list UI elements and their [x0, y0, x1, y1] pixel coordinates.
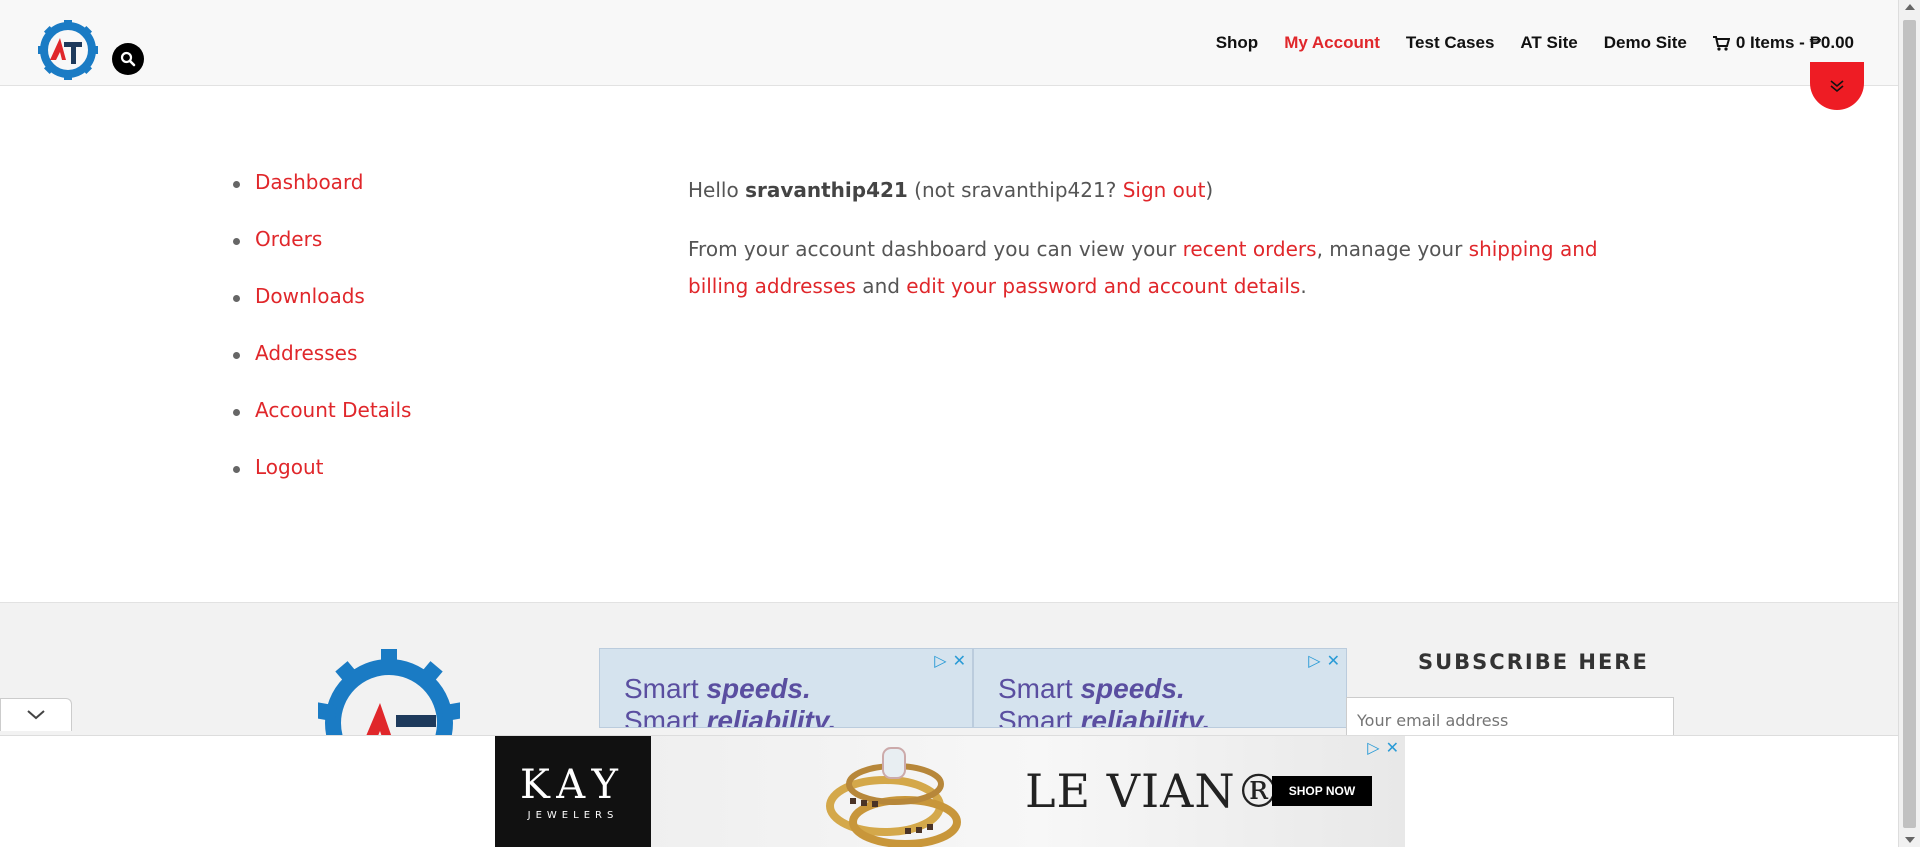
ad-line: Smart — [998, 673, 1081, 704]
bullet — [233, 181, 240, 188]
ad-text: Smart speeds. Smart reliability. — [624, 673, 837, 728]
account-navigation: Dashboard Orders Downloads Addresses Acc… — [233, 170, 411, 512]
scroll-toggle-button[interactable] — [1810, 62, 1864, 110]
bullet — [233, 238, 240, 245]
ad-controls: ▷ ✕ — [1308, 651, 1340, 670]
nav-test-cases[interactable]: Test Cases — [1406, 33, 1495, 53]
period-text: . — [1300, 274, 1307, 298]
intro-text: From your account dashboard you can view… — [688, 237, 1183, 261]
nav-at-site[interactable]: AT Site — [1520, 33, 1577, 53]
sign-out-link[interactable]: Sign out — [1123, 178, 1206, 202]
username: sravanthip421 — [745, 178, 908, 202]
nav-shop[interactable]: Shop — [1216, 33, 1259, 53]
scrollbar-thumb[interactable] — [1903, 20, 1916, 828]
account-nav-addresses: Addresses — [233, 341, 411, 398]
ad-controls: ▷ ✕ — [1367, 738, 1399, 757]
kay-brand: KAY — [520, 762, 626, 808]
manage-text: , manage your — [1316, 237, 1469, 261]
ad-line: Smart — [624, 705, 707, 728]
greeting: Hello sravanthip421 (not sravanthip421? … — [688, 172, 1608, 209]
account-nav-dashboard-link[interactable]: Dashboard — [255, 170, 364, 194]
ad-line: Smart — [998, 705, 1081, 728]
account-nav-logout: Logout — [233, 455, 411, 512]
greeting-not: (not sravanthip421? — [907, 178, 1123, 202]
kay-sub: JEWELERS — [527, 810, 619, 821]
ad-line-em: reliability. — [1080, 705, 1211, 728]
scroll-down-arrow[interactable] — [1905, 837, 1915, 843]
cart-summary: 0 Items - ₱0.00 — [1735, 33, 1854, 52]
close-icon[interactable]: ✕ — [953, 651, 966, 670]
adchoices-icon[interactable]: ▷ — [1308, 651, 1320, 670]
double-chevron-down-icon — [1830, 80, 1844, 93]
search-icon — [120, 51, 136, 67]
cart-link[interactable]: 0 Items - ₱0.00 — [1712, 33, 1854, 53]
close-icon[interactable]: ✕ — [1386, 738, 1399, 757]
chevron-down-icon — [27, 710, 45, 720]
close-icon[interactable]: ✕ — [1327, 651, 1340, 670]
greeting-hello: Hello — [688, 178, 746, 202]
ad-text: Smart speeds. Smart reliability. — [998, 673, 1211, 728]
bullet — [233, 409, 240, 416]
dashboard-content: Hello sravanthip421 (not sravanthip421? … — [688, 172, 1608, 305]
le-vian-logo: LE VIAN® — [1025, 764, 1283, 818]
main-nav: Shop My Account Test Cases AT Site Demo … — [1216, 33, 1854, 53]
ad-line-em: reliability. — [706, 705, 837, 728]
scroll-up-arrow[interactable] — [1905, 4, 1915, 10]
site-logo[interactable] — [36, 18, 100, 82]
account-nav-downloads-link[interactable]: Downloads — [255, 284, 365, 308]
nav-my-account[interactable]: My Account — [1284, 33, 1380, 53]
search-button[interactable] — [112, 43, 144, 75]
ad-controls: ▷ ✕ — [934, 651, 966, 670]
kay-jewelers-logo: KAY JEWELERS — [495, 736, 651, 847]
account-nav-account-details: Account Details — [233, 398, 411, 455]
greeting-close: ) — [1205, 178, 1214, 202]
account-nav-addresses-link[interactable]: Addresses — [255, 341, 357, 365]
recent-orders-link[interactable]: recent orders — [1183, 237, 1317, 261]
account-nav-account-details-link[interactable]: Account Details — [255, 398, 411, 422]
account-nav-downloads: Downloads — [233, 284, 411, 341]
cart-icon — [1712, 35, 1730, 51]
rings-image — [795, 736, 995, 847]
footer-ad-1[interactable]: Smart speeds. Smart reliability. ▷ ✕ — [599, 648, 973, 728]
bottom-ad-banner[interactable]: KAY JEWELERS LE VIAN® SHOP NOW ▷ ✕ — [495, 736, 1405, 847]
nav-demo-site[interactable]: Demo Site — [1604, 33, 1687, 53]
account-nav-orders: Orders — [233, 227, 411, 284]
subscribe-heading: SUBSCRIBE HERE — [1418, 650, 1649, 674]
dashboard-intro: From your account dashboard you can view… — [688, 231, 1608, 305]
site-header: Shop My Account Test Cases AT Site Demo … — [0, 0, 1898, 86]
bullet — [233, 352, 240, 359]
account-nav-logout-link[interactable]: Logout — [255, 455, 323, 479]
ad-line: Smart — [624, 673, 707, 704]
shop-now-button[interactable]: SHOP NOW — [1272, 776, 1372, 806]
account-nav-orders-link[interactable]: Orders — [255, 227, 322, 251]
bullet — [233, 295, 240, 302]
bullet — [233, 466, 240, 473]
ad-line-em: speeds. — [1080, 673, 1185, 704]
account-nav-dashboard: Dashboard — [233, 170, 411, 227]
adchoices-icon[interactable]: ▷ — [934, 651, 946, 670]
collapse-ad-button[interactable] — [0, 698, 72, 731]
footer-ad-2[interactable]: Smart speeds. Smart reliability. ▷ ✕ — [973, 648, 1347, 728]
footer-logo[interactable] — [318, 645, 460, 735]
page-scrollbar[interactable] — [1898, 0, 1920, 847]
edit-account-link[interactable]: edit your password and account details — [906, 274, 1300, 298]
ad-line-em: speeds. — [706, 673, 811, 704]
adchoices-icon[interactable]: ▷ — [1367, 738, 1379, 757]
and-text: and — [855, 274, 907, 298]
